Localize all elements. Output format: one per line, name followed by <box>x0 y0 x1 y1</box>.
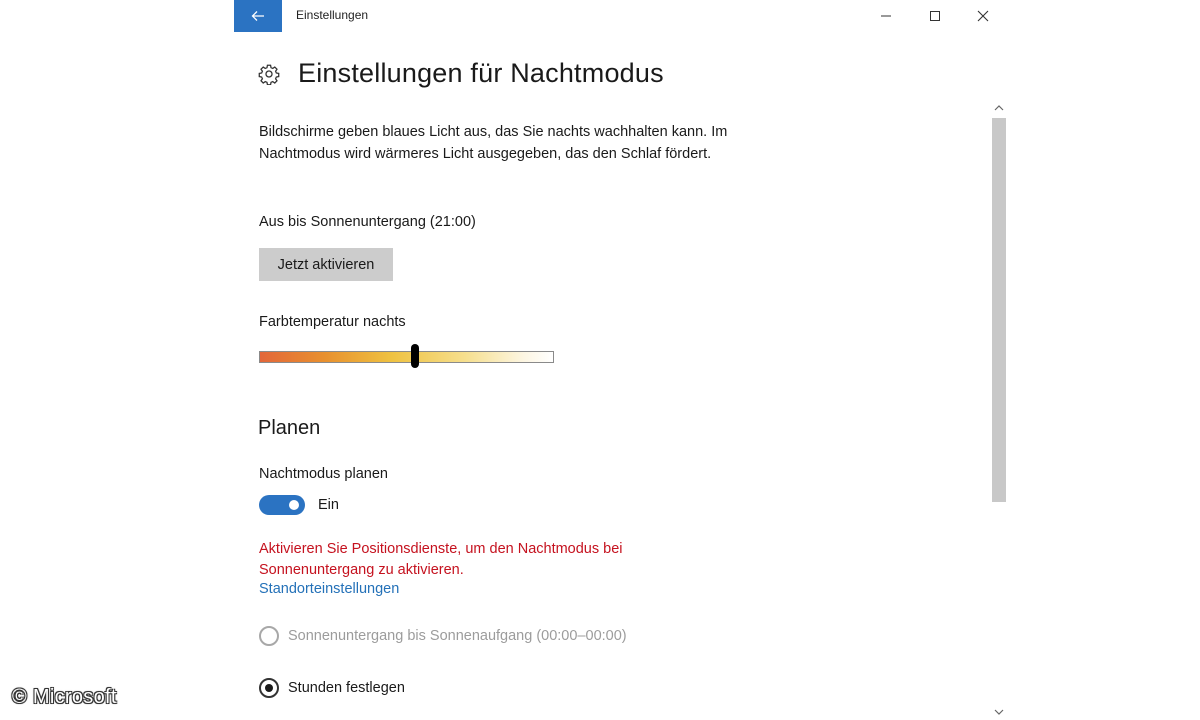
color-temp-slider-thumb[interactable] <box>411 344 420 368</box>
radio-label: Sonnenuntergang bis Sonnenaufgang (00:00… <box>288 628 627 644</box>
radio-circle <box>259 678 279 698</box>
status-text: Aus bis Sonnenuntergang (21:00) <box>259 214 476 230</box>
minimize-button[interactable] <box>863 0 909 32</box>
back-arrow-icon <box>251 11 264 21</box>
minimize-icon <box>881 15 891 17</box>
schedule-section-title: Planen <box>258 417 321 439</box>
page-header: Einstellungen für Nachtmodus <box>258 58 664 89</box>
chevron-down-icon <box>994 709 1004 715</box>
color-temp-slider-track[interactable] <box>259 351 554 363</box>
toggle-state-text: Ein <box>318 497 339 513</box>
chevron-up-icon <box>994 105 1004 111</box>
scroll-thumb[interactable] <box>992 118 1006 502</box>
schedule-toggle-label: Nachtmodus planen <box>259 466 388 482</box>
radio-set-hours[interactable]: Stunden festlegen <box>259 678 405 698</box>
scroll-down-button[interactable] <box>990 704 1008 720</box>
copyright-watermark: © Microsoft <box>12 686 117 708</box>
window-title: Einstellungen <box>296 8 369 22</box>
gear-icon <box>258 64 280 85</box>
close-button[interactable] <box>960 0 1006 32</box>
color-temp-label: Farbtemperatur nachts <box>259 314 406 330</box>
page-title: Einstellungen für Nachtmodus <box>298 58 664 88</box>
toggle-knob <box>289 500 299 510</box>
location-settings-link[interactable]: Standorteinstellungen <box>259 581 399 597</box>
radio-label: Stunden festlegen <box>288 680 405 696</box>
radio-circle <box>259 626 279 646</box>
back-button[interactable] <box>234 0 282 32</box>
content-area: Bildschirme geben blaues Licht aus, das … <box>258 122 979 698</box>
radio-sunset-sunrise[interactable]: Sonnenuntergang bis Sonnenaufgang (00:00… <box>259 626 627 646</box>
maximize-icon <box>930 11 940 21</box>
radio-selected-dot <box>265 684 273 692</box>
maximize-button[interactable] <box>912 0 958 32</box>
activate-now-button[interactable]: Jetzt aktivieren <box>259 248 393 281</box>
settings-window: Einstellungen Einstellungen für Nachtmod… <box>234 0 1010 720</box>
schedule-toggle[interactable] <box>259 495 305 515</box>
close-icon <box>977 10 989 22</box>
description-text: Bildschirme geben blaues Licht aus, das … <box>259 124 728 162</box>
scrollbar[interactable] <box>990 100 1008 720</box>
location-warning: Aktivieren Sie Positionsdienste, um den … <box>259 541 623 578</box>
scroll-up-button[interactable] <box>990 100 1008 116</box>
